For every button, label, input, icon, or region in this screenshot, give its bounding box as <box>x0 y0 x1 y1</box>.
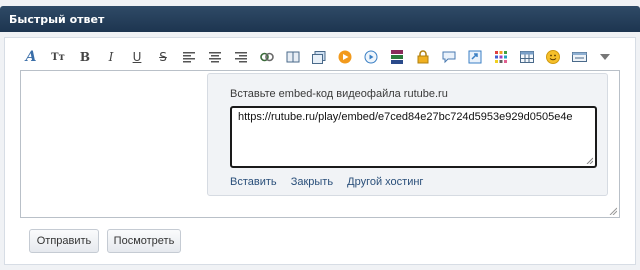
media-play-icon[interactable] <box>362 48 380 66</box>
url-resize-grip-icon[interactable] <box>586 157 593 164</box>
panel-title: Быстрый ответ <box>0 6 640 32</box>
smiley-icon[interactable] <box>544 48 562 66</box>
preview-button-label: Посмотреть <box>113 235 175 247</box>
color-grid-icon[interactable] <box>492 48 510 66</box>
underline-icon[interactable]: U <box>128 48 146 66</box>
send-button[interactable]: Отправить <box>29 229 99 253</box>
keyboard-icon[interactable] <box>570 48 588 66</box>
close-link[interactable]: Закрыть <box>291 176 333 188</box>
editor-resize-grip-icon[interactable] <box>609 207 617 215</box>
strikethrough-icon[interactable]: S <box>154 48 172 66</box>
font-style-icon[interactable]: A <box>22 48 40 66</box>
table-icon[interactable] <box>518 48 536 66</box>
archive-icon[interactable] <box>388 48 406 66</box>
bold-glyph: B <box>79 50 91 64</box>
preview-button[interactable]: Посмотреть <box>107 229 181 253</box>
underline-glyph: U <box>132 50 142 64</box>
video-play-icon[interactable] <box>336 48 354 66</box>
insert-link[interactable]: Вставить <box>230 176 277 188</box>
popup-actions: Вставить Закрыть Другой хостинг <box>230 176 434 188</box>
image-icon[interactable] <box>310 48 328 66</box>
quick-reply-panel: Быстрый ответ A Tт B I U S Вставьте embe… <box>0 0 640 270</box>
italic-icon[interactable]: I <box>102 48 120 66</box>
embed-url-value: https://rutube.ru/play/embed/e7ced84e27b… <box>238 111 573 123</box>
embed-video-popup: Вставьте embed-код видеофайла rutube.ru … <box>207 73 608 196</box>
link-icon[interactable] <box>258 48 276 66</box>
italic-glyph: I <box>108 50 114 64</box>
align-left-icon[interactable] <box>180 48 198 66</box>
send-button-label: Отправить <box>36 235 92 247</box>
strikethrough-glyph: S <box>159 50 167 64</box>
align-center-icon[interactable] <box>206 48 224 66</box>
embed-url-field[interactable]: https://rutube.ru/play/embed/e7ced84e27b… <box>230 106 597 168</box>
align-right-icon[interactable] <box>232 48 250 66</box>
font-size-glyph: Tт <box>51 51 65 63</box>
embed-label: Вставьте embed-код видеофайла rutube.ru <box>230 88 448 100</box>
font-size-icon[interactable]: Tт <box>49 48 67 66</box>
book-icon[interactable] <box>284 48 302 66</box>
other-hosting-link[interactable]: Другой хостинг <box>347 176 423 188</box>
lock-icon[interactable] <box>414 48 432 66</box>
more-dropdown-icon[interactable] <box>596 48 614 66</box>
insert-icon[interactable] <box>466 48 484 66</box>
bold-icon[interactable]: B <box>76 48 94 66</box>
speech-bubble-icon[interactable] <box>440 48 458 66</box>
editor-toolbar: A Tт B I U S <box>22 48 622 66</box>
font-style-glyph: A <box>25 49 37 65</box>
